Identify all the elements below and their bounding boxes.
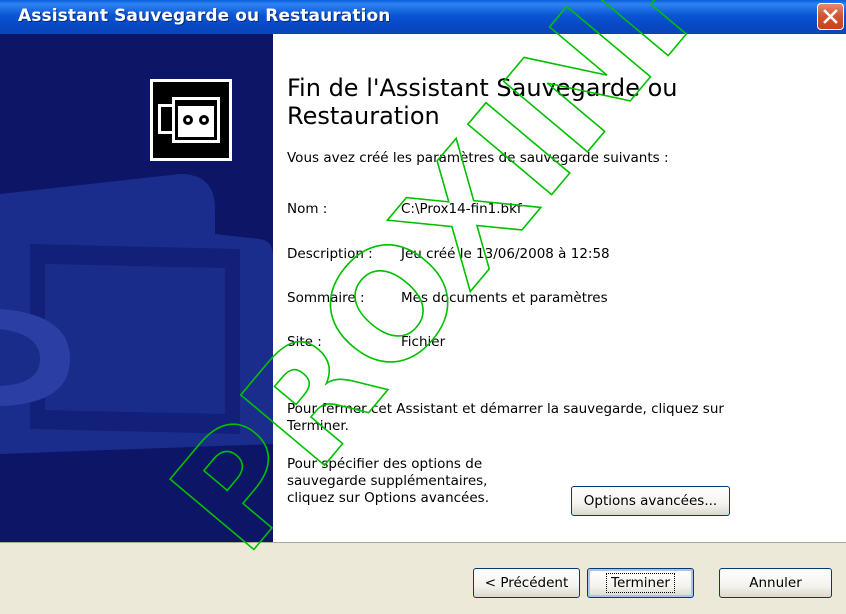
page-title: Fin de l'Assistant Sauvegarde ou Restaur…	[287, 74, 678, 130]
options-instruction: Pour spécifier des options de sauvegarde…	[287, 456, 489, 506]
field-value-name: C:\Prox14-fin1.bkf	[401, 201, 522, 217]
finish-button-label: Terminer	[606, 573, 675, 593]
advanced-options-button[interactable]: Options avancées...	[571, 486, 730, 516]
finish-instruction: Pour fermer cet Assistant et démarrer la…	[287, 401, 724, 434]
back-button-label: < Précédent	[484, 575, 569, 591]
finish-button[interactable]: Terminer	[587, 568, 694, 598]
field-value-site: Fichier	[401, 334, 446, 350]
back-button[interactable]: < Précédent	[473, 568, 580, 598]
intro-text: Vous avez créé les paramètres de sauvega…	[287, 150, 669, 166]
field-label-name: Nom :	[287, 201, 328, 217]
cancel-button[interactable]: Annuler	[719, 568, 832, 598]
field-value-summary: Mes documents et paramètres	[401, 290, 608, 306]
backup-icon	[150, 79, 232, 161]
close-button[interactable]	[817, 3, 844, 30]
wizard-content: Fin de l'Assistant Sauvegarde ou Restaur…	[273, 34, 846, 542]
field-value-description: Jeu créé le 13/06/2008 à 12:58	[401, 246, 610, 262]
close-icon	[823, 9, 838, 24]
wizard-sidebar	[0, 34, 273, 542]
field-label-site: Site :	[287, 334, 322, 350]
window-title: Assistant Sauvegarde ou Restauration	[18, 6, 391, 26]
wizard-footer: < Précédent Terminer Annuler	[0, 542, 846, 614]
field-label-summary: Sommaire :	[287, 290, 365, 306]
advanced-options-label: Options avancées...	[583, 493, 718, 509]
title-bar: Assistant Sauvegarde ou Restauration	[0, 0, 846, 34]
sidebar-backup-art	[0, 34, 273, 542]
cancel-button-label: Annuler	[749, 575, 802, 591]
field-label-description: Description :	[287, 246, 373, 262]
